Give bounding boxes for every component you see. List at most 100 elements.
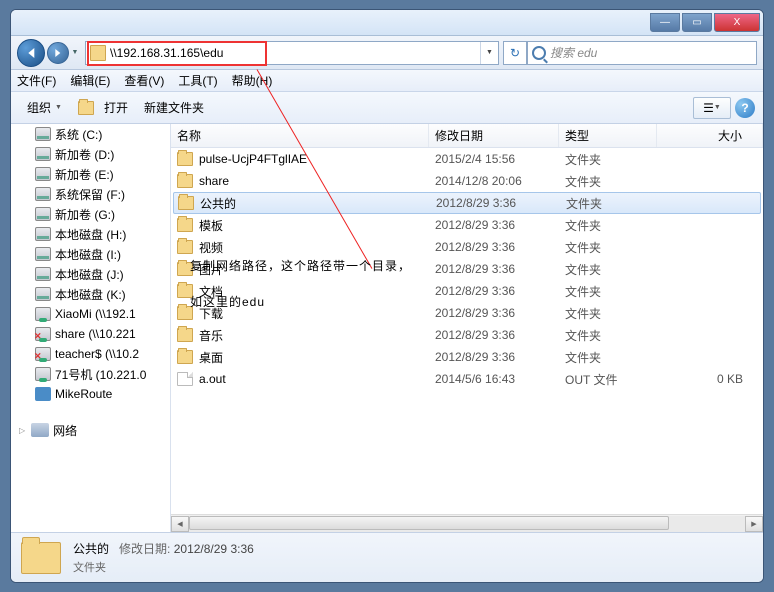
col-type[interactable]: 类型 bbox=[559, 124, 657, 147]
horizontal-scrollbar[interactable]: ◀ ▶ bbox=[171, 514, 763, 532]
status-name: 公共的 bbox=[73, 542, 109, 556]
sidebar-item[interactable]: 本地磁盘 (J:) bbox=[11, 264, 170, 284]
menu-edit[interactable]: 编辑(E) bbox=[70, 72, 110, 89]
status-date-label: 修改日期: bbox=[119, 542, 170, 556]
col-size[interactable]: 大小 bbox=[657, 124, 763, 147]
file-list[interactable]: pulse-UcjP4FTglIAE2015/2/4 15:56文件夹share… bbox=[171, 148, 763, 514]
sidebar-item[interactable]: 本地磁盘 (K:) bbox=[11, 284, 170, 304]
new-folder-button[interactable]: 新建文件夹 bbox=[136, 95, 212, 120]
file-name: 桌面 bbox=[199, 349, 435, 366]
file-row[interactable]: 音乐2012/8/29 3:36文件夹 bbox=[171, 324, 763, 346]
back-button[interactable] bbox=[17, 39, 45, 67]
file-icon bbox=[177, 372, 193, 386]
open-label: 打开 bbox=[104, 99, 128, 116]
sidebar-item[interactable]: MikeRoute bbox=[11, 384, 170, 404]
col-name[interactable]: 名称 bbox=[171, 124, 429, 147]
sidebar-item[interactable]: 系统 (C:) bbox=[11, 124, 170, 144]
open-button[interactable]: 打开 bbox=[70, 95, 136, 120]
status-bar: 公共的 修改日期: 2012/8/29 3:36 文件夹 bbox=[11, 532, 763, 582]
file-date: 2012/8/29 3:36 bbox=[436, 196, 566, 210]
status-type: 文件夹 bbox=[73, 559, 254, 575]
file-row[interactable]: 图片2012/8/29 3:36文件夹 bbox=[171, 258, 763, 280]
file-row[interactable]: 桌面2012/8/29 3:36文件夹 bbox=[171, 346, 763, 368]
address-dropdown[interactable]: ▼ bbox=[480, 42, 498, 64]
drive-icon bbox=[35, 167, 51, 181]
organize-button[interactable]: 组织 ▼ bbox=[19, 95, 70, 120]
sidebar-item-label: teacher$ (\\10.2 bbox=[55, 347, 139, 361]
router-icon bbox=[35, 387, 51, 401]
file-row[interactable]: pulse-UcjP4FTglIAE2015/2/4 15:56文件夹 bbox=[171, 148, 763, 170]
file-name: 下载 bbox=[199, 305, 435, 322]
address-text[interactable]: \\192.168.31.165\edu bbox=[110, 46, 480, 60]
sidebar-item[interactable]: 新加卷 (E:) bbox=[11, 164, 170, 184]
drive-icon bbox=[35, 227, 51, 241]
menu-tools[interactable]: 工具(T) bbox=[178, 72, 217, 89]
menu-view[interactable]: 查看(V) bbox=[124, 72, 164, 89]
file-date: 2012/8/29 3:36 bbox=[435, 218, 565, 232]
minimize-button[interactable]: — bbox=[650, 13, 680, 32]
forward-button[interactable] bbox=[47, 42, 69, 64]
file-name: 公共的 bbox=[200, 195, 436, 212]
sidebar-item[interactable]: 本地磁盘 (H:) bbox=[11, 224, 170, 244]
file-name: 视频 bbox=[199, 239, 435, 256]
file-type: 文件夹 bbox=[565, 217, 663, 234]
menu-bar: 文件(F) 编辑(E) 查看(V) 工具(T) 帮助(H) bbox=[11, 70, 763, 92]
drive-icon bbox=[35, 207, 51, 221]
sidebar-item[interactable]: 新加卷 (G:) bbox=[11, 204, 170, 224]
file-name: 文档 bbox=[199, 283, 435, 300]
organize-label: 组织 bbox=[27, 99, 51, 116]
refresh-button[interactable]: ↻ bbox=[503, 41, 527, 65]
file-row[interactable]: share2014/12/8 20:06文件夹 bbox=[171, 170, 763, 192]
sidebar-item-label: 本地磁盘 (J:) bbox=[55, 266, 124, 283]
sidebar-item-label: 本地磁盘 (H:) bbox=[55, 226, 126, 243]
sidebar-item-label: 本地磁盘 (K:) bbox=[55, 286, 126, 303]
file-type: 文件夹 bbox=[565, 305, 663, 322]
scroll-thumb[interactable] bbox=[189, 516, 669, 530]
drive-icon bbox=[35, 187, 51, 201]
network-label: 网络 bbox=[53, 422, 77, 439]
sidebar-item[interactable]: teacher$ (\\10.2 bbox=[11, 344, 170, 364]
sidebar-item[interactable]: share (\\10.221 bbox=[11, 324, 170, 344]
netsharex-icon bbox=[35, 327, 51, 341]
file-date: 2014/12/8 20:06 bbox=[435, 174, 565, 188]
folder-icon bbox=[90, 45, 106, 61]
sidebar-item-label: 系统保留 (F:) bbox=[55, 186, 125, 203]
netshare-icon bbox=[35, 367, 51, 381]
sidebar-item[interactable]: 71号机 (10.221.0 bbox=[11, 364, 170, 384]
file-date: 2015/2/4 15:56 bbox=[435, 152, 565, 166]
sidebar-item[interactable]: 系统保留 (F:) bbox=[11, 184, 170, 204]
menu-file[interactable]: 文件(F) bbox=[17, 72, 56, 89]
help-button[interactable]: ? bbox=[735, 98, 755, 118]
sidebar-network[interactable]: ▷网络 bbox=[11, 420, 170, 440]
sidebar-item[interactable]: 本地磁盘 (I:) bbox=[11, 244, 170, 264]
address-bar[interactable]: \\192.168.31.165\edu ▼ bbox=[85, 41, 499, 65]
scroll-left-button[interactable]: ◀ bbox=[171, 516, 189, 532]
nav-history-dropdown[interactable]: ▼ bbox=[69, 43, 81, 63]
file-row[interactable]: 模板2012/8/29 3:36文件夹 bbox=[171, 214, 763, 236]
file-name: 音乐 bbox=[199, 327, 435, 344]
new-folder-label: 新建文件夹 bbox=[144, 99, 204, 116]
scroll-track[interactable] bbox=[189, 516, 745, 532]
sidebar-item[interactable]: 新加卷 (D:) bbox=[11, 144, 170, 164]
file-area: 名称 修改日期 类型 大小 pulse-UcjP4FTglIAE2015/2/4… bbox=[171, 124, 763, 532]
file-row[interactable]: 下载2012/8/29 3:36文件夹 bbox=[171, 302, 763, 324]
col-date[interactable]: 修改日期 bbox=[429, 124, 559, 147]
file-row[interactable]: 视频2012/8/29 3:36文件夹 bbox=[171, 236, 763, 258]
netshare-icon bbox=[35, 307, 51, 321]
folder-icon bbox=[78, 101, 94, 115]
scroll-right-button[interactable]: ▶ bbox=[745, 516, 763, 532]
file-name: 图片 bbox=[199, 261, 435, 278]
file-row[interactable]: a.out2014/5/6 16:43OUT 文件0 KB bbox=[171, 368, 763, 390]
file-date: 2012/8/29 3:36 bbox=[435, 306, 565, 320]
menu-help[interactable]: 帮助(H) bbox=[232, 72, 273, 89]
sidebar-item[interactable]: XiaoMi (\\192.1 bbox=[11, 304, 170, 324]
close-button[interactable]: X bbox=[714, 13, 760, 32]
file-row[interactable]: 文档2012/8/29 3:36文件夹 bbox=[171, 280, 763, 302]
file-type: 文件夹 bbox=[565, 261, 663, 278]
sidebar-item-label: MikeRoute bbox=[55, 387, 112, 401]
maximize-button[interactable]: ▭ bbox=[682, 13, 712, 32]
search-box[interactable]: 搜索 edu bbox=[527, 41, 757, 65]
file-row[interactable]: 公共的2012/8/29 3:36文件夹 bbox=[173, 192, 761, 214]
file-date: 2012/8/29 3:36 bbox=[435, 284, 565, 298]
view-options-button[interactable]: ☰ ▼ bbox=[693, 97, 731, 119]
